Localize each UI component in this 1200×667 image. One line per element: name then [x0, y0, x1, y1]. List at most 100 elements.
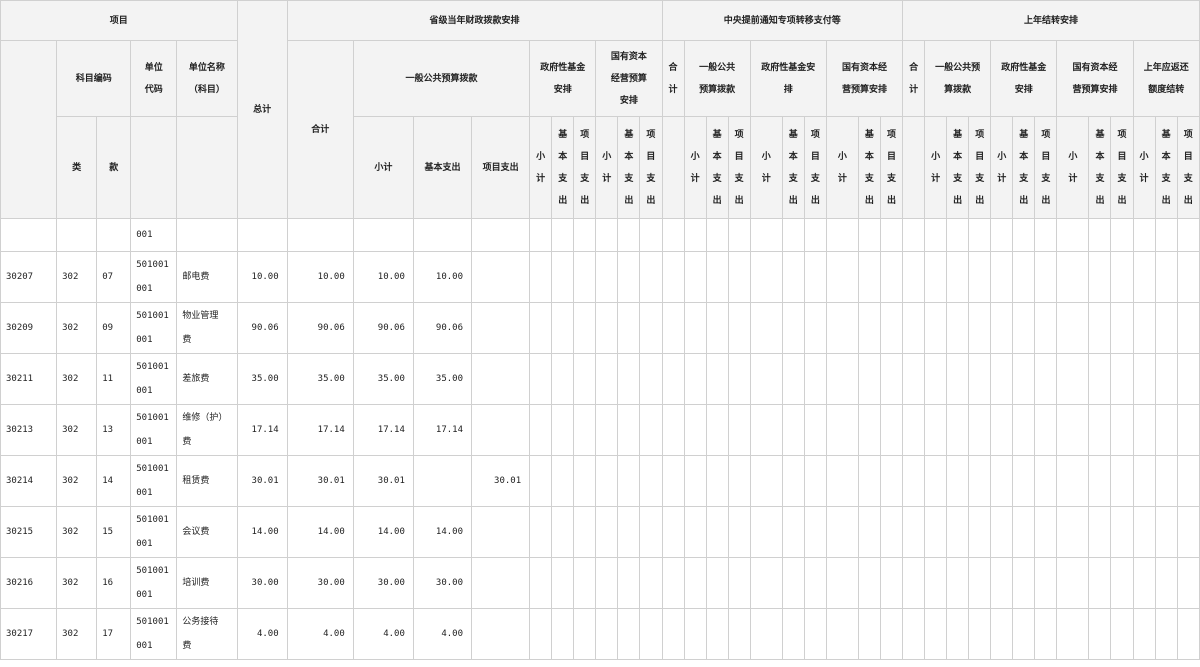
cell-empty: [1088, 353, 1112, 405]
cell-empty: [727, 404, 751, 456]
cell-empty: [1034, 608, 1058, 660]
cell-empty: [1110, 353, 1134, 405]
header-g3-yiban-jiben: 基本支出: [946, 116, 970, 219]
cell-empty: [573, 506, 597, 558]
cell-xiaoji: 30.00: [352, 557, 414, 609]
cell-jiben: 17.14: [412, 404, 473, 456]
header-jiben-zhichu: 基本支出: [412, 116, 473, 219]
cell-empty: [803, 251, 827, 303]
cell-empty: [1088, 251, 1112, 303]
cell-empty: [661, 608, 685, 660]
cell-empty: [825, 353, 859, 405]
cell-xiaoji: 30.01: [352, 455, 414, 507]
cell-empty: [617, 353, 641, 405]
header-blank-corner: [0, 40, 58, 219]
cell-empty: [705, 404, 729, 456]
cell-empty: [781, 353, 805, 405]
cell-empty: [879, 353, 904, 405]
cell-lei: 302: [56, 506, 98, 558]
cell-total: 4.00: [236, 608, 288, 660]
cell-empty: [990, 302, 1014, 354]
cell-empty: [946, 557, 970, 609]
cell-empty: [529, 506, 553, 558]
cell-empty: [1012, 302, 1036, 354]
header-g3-guoyou-jiben: 基本支出: [1088, 116, 1112, 219]
header-g2-zhengfu: 政府性基金安排: [749, 40, 827, 117]
cell-empty: [879, 251, 904, 303]
header-g3-zhengfu-jiben: 基本支出: [1012, 116, 1036, 219]
cell-empty: [857, 557, 881, 609]
header-g2-guoyou-jiben: 基本支出: [857, 116, 881, 219]
header-g3-yiban: 一般公共预 算拨款: [924, 40, 992, 117]
header-g2-zhengfu-xiaoji: 小计: [749, 116, 783, 219]
cell-name: 会议费: [176, 506, 238, 558]
cell-empty: [727, 608, 751, 660]
cell-empty: [781, 455, 805, 507]
cell-empty: [639, 506, 663, 558]
cell-empty: [1154, 557, 1178, 609]
cell-empty: [573, 251, 597, 303]
header-zhengfu-xiaoji: 小计: [529, 116, 553, 219]
cell-empty: [946, 251, 970, 303]
cell-empty: [639, 302, 663, 354]
cell-unit-code: 501001 001: [130, 302, 178, 354]
cell-kuan: 16: [96, 557, 132, 609]
cell-empty: [661, 557, 685, 609]
cell-xiaoji: 4.00: [352, 608, 414, 660]
cell-empty: [1034, 455, 1058, 507]
cell-empty: [924, 608, 948, 660]
cell-empty: [968, 557, 992, 609]
cell-empty: [595, 251, 619, 303]
cell-empty: [990, 353, 1014, 405]
cell-lei: 302: [56, 608, 98, 660]
cell-jiben: 30.00: [412, 557, 473, 609]
cell-name: 邮电费: [176, 251, 238, 303]
cell-empty: [727, 506, 751, 558]
cell-empty: [749, 302, 783, 354]
cell-xiaoji: 35.00: [352, 353, 414, 405]
cell-kuan: 09: [96, 302, 132, 354]
cell-kuan: 14: [96, 455, 132, 507]
cell-empty: [1176, 506, 1200, 558]
cell-xiangmu: [471, 302, 531, 354]
cell-empty: [968, 302, 992, 354]
header-guoyou-xiangmu: 项目支出: [639, 116, 663, 219]
header-lei: 类: [56, 116, 98, 219]
cell-empty: [727, 251, 751, 303]
cell-empty: [1132, 608, 1156, 660]
cell-empty: [1088, 455, 1112, 507]
cell-empty: [683, 608, 707, 660]
cell-total: 10.00: [236, 251, 288, 303]
cell-heji: 14.00: [286, 506, 354, 558]
header-g3-yinghuan-xiaoji: 小计: [1132, 116, 1156, 219]
cell-heji: 30.01: [286, 455, 354, 507]
cell-unit-code: 501001 001: [130, 353, 178, 405]
cell-empty: [1056, 302, 1090, 354]
header-guoyou-ziben: 国有资本 经营预算 安排: [595, 40, 663, 117]
cell-empty: [902, 455, 926, 507]
header-g3-guoyou: 国有资本经 营预算安排: [1056, 40, 1134, 117]
cell-empty: [825, 404, 859, 456]
cell-empty: [879, 608, 904, 660]
cell-empty: [551, 608, 575, 660]
cell-empty: [727, 455, 751, 507]
cell-empty: [968, 251, 992, 303]
cell-empty: [946, 455, 970, 507]
cell-kuan: 11: [96, 353, 132, 405]
header-g3-yiban-xiaoji: 小计: [924, 116, 948, 219]
header-danwei-daima: 单位 代码: [130, 40, 178, 117]
cell-empty: [1176, 251, 1200, 303]
cell-xiangmu: [471, 404, 531, 456]
cell-empty: [639, 557, 663, 609]
cell-empty: [902, 353, 926, 405]
header-g2-yiban: 一般公共 预算拨款: [683, 40, 751, 117]
table-row: 30213 302 13 501001 001 维修（护）费 17.14 17.14 17.14…: [0, 404, 1200, 456]
cell-empty: [573, 608, 597, 660]
cell-empty: [781, 506, 805, 558]
cell-empty: [1132, 404, 1156, 456]
cell-empty: [617, 404, 641, 456]
header-g2-heji: 合计: [661, 40, 685, 117]
cell-unit-code: 501001 001: [130, 506, 178, 558]
cell-empty: [1034, 557, 1058, 609]
cell-empty: [595, 455, 619, 507]
